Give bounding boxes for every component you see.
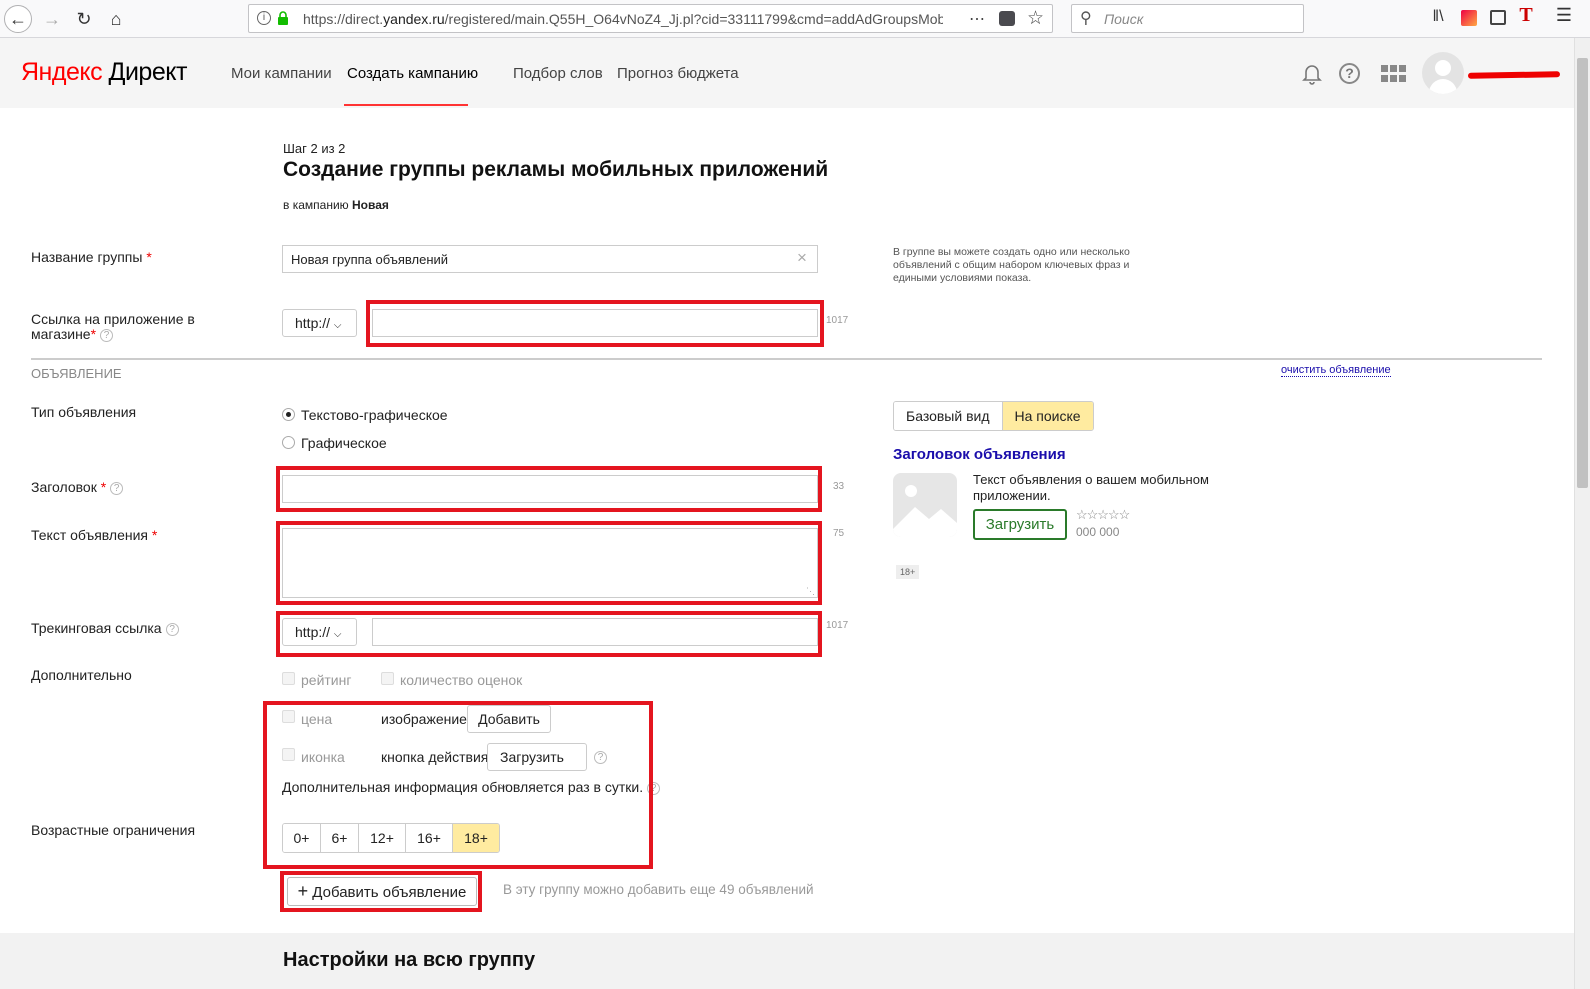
app-link-protocol-select[interactable]: http:// ⌵	[282, 309, 357, 337]
rating-stars-icon: ☆☆☆☆☆	[1076, 507, 1130, 522]
question-icon[interactable]: ?	[165, 623, 179, 636]
translate-t-icon[interactable]: T	[1516, 4, 1536, 27]
url-text: https://direct.yandex.ru/registered/main…	[303, 11, 943, 27]
preview-headline: Заголовок объявления	[893, 446, 1066, 463]
browser-toolbar: ← → ↻ ⌂ i https://direct.yandex.ru/regis…	[0, 0, 1590, 38]
section-divider	[31, 358, 1542, 360]
more-dots-icon[interactable]: ⋯	[969, 9, 985, 29]
redacted-username	[1467, 71, 1561, 79]
clear-ad-link[interactable]: очистить объявление	[1281, 364, 1391, 377]
browser-search-bar[interactable]: ⚲ Поиск	[1071, 4, 1304, 33]
ratings-count-label: количество оценок	[400, 672, 523, 688]
question-icon[interactable]: ?	[110, 482, 124, 495]
ad-text-label: Текст объявления *	[31, 527, 158, 543]
extra-label: Дополнительно	[31, 667, 132, 683]
pocket-icon[interactable]	[999, 11, 1015, 26]
preview-text: Текст объявления о вашем мобильном прило…	[973, 472, 1209, 503]
home-icon[interactable]: ⌂	[102, 5, 130, 33]
app-icon-placeholder	[893, 473, 957, 537]
nav-word-selection[interactable]: Подбор слов	[513, 65, 603, 82]
tracking-label: Трекинговая ссылка?	[31, 620, 179, 636]
ad-text-counter: 75	[833, 528, 845, 539]
radio-graphic[interactable]	[282, 436, 295, 449]
help-icon[interactable]: ?	[1339, 63, 1360, 84]
extension-icon[interactable]	[1461, 10, 1477, 26]
url-bar[interactable]: i https://direct.yandex.ru/registered/ma…	[248, 4, 1053, 33]
highlight-box-tracking	[276, 611, 822, 657]
preview-install-button[interactable]: Загрузить	[973, 509, 1067, 540]
highlight-box-add-ad	[280, 871, 482, 912]
group-name-label: Название группы *	[31, 249, 152, 265]
ad-section-title: ОБЪЯВЛЕНИЕ	[31, 366, 122, 381]
yandex-direct-logo[interactable]: Яндекс Директ	[21, 58, 187, 87]
headline-label: Заголовок *?	[31, 479, 124, 495]
search-placeholder: Поиск	[1104, 11, 1144, 27]
chevron-down-icon: ⌵	[333, 320, 342, 331]
active-tab-underline	[344, 104, 468, 106]
campaign-caption: в кампанию Новая	[283, 198, 389, 212]
group-name-value: Новая группа объявлений	[291, 252, 449, 267]
menu-icon[interactable]: ☰	[1554, 5, 1574, 26]
bookmark-star-icon[interactable]: ☆	[1027, 7, 1044, 30]
question-icon[interactable]: ?	[100, 329, 114, 342]
highlight-box-ad-text	[276, 521, 822, 605]
image-placeholder-icon	[893, 485, 957, 537]
group-settings-title: Настройки на всю группу	[283, 949, 536, 971]
add-ad-note: В эту группу можно добавить еще 49 объяв…	[503, 882, 814, 897]
group-settings-section: Настройки на всю группу	[0, 933, 1574, 989]
headline-counter: 33	[833, 481, 845, 492]
ad-type-label: Тип объявления	[31, 404, 137, 420]
tracking-counter: 1017	[826, 620, 849, 631]
ratings-count-checkbox[interactable]	[381, 672, 394, 685]
campaign-name: Новая	[352, 198, 389, 212]
radio-graphic-label[interactable]: Графическое	[301, 435, 387, 451]
preview-tabs: Базовый вид На поиске	[893, 401, 1094, 431]
step-indicator: Шаг 2 из 2	[283, 141, 346, 156]
sidebar-icon[interactable]	[1490, 10, 1506, 25]
radio-text-graphic[interactable]	[282, 408, 295, 421]
avatar[interactable]	[1422, 52, 1464, 94]
back-arrow-icon[interactable]: ←	[4, 5, 32, 33]
app-link-counter: 1017	[826, 315, 849, 326]
preview-age-badge: 18+	[896, 565, 920, 579]
group-hint: В группе вы можете создать одно или неск…	[893, 246, 1130, 284]
tab-basic-view[interactable]: Базовый вид	[894, 402, 1003, 430]
nav-create-campaign[interactable]: Создать кампанию	[347, 65, 478, 82]
reload-icon[interactable]: ↻	[70, 5, 98, 33]
group-name-input[interactable]: Новая группа объявлений ×	[282, 245, 818, 273]
nav-budget-forecast[interactable]: Прогноз бюджета	[617, 65, 739, 82]
forward-arrow-icon[interactable]: →	[38, 5, 66, 33]
rating-label: рейтинг	[301, 672, 352, 688]
highlight-box-headline	[276, 466, 822, 512]
services-grid-icon[interactable]	[1381, 65, 1407, 86]
info-icon[interactable]: i	[257, 11, 271, 25]
bell-icon[interactable]	[1302, 63, 1322, 88]
clear-x-icon[interactable]: ×	[797, 248, 807, 268]
highlight-box-extras	[263, 701, 653, 869]
radio-text-graphic-label[interactable]: Текстово-графическое	[301, 407, 448, 423]
scrollbar[interactable]	[1574, 38, 1590, 989]
age-label: Возрастные ограничения	[31, 822, 196, 838]
highlight-box-app-link	[366, 300, 824, 347]
app-header: Яндекс Директ Мои кампании Создать кампа…	[0, 38, 1574, 108]
library-icon[interactable]: ‖\	[1428, 8, 1448, 26]
preview-downloads: 000 000	[1076, 525, 1120, 539]
tab-on-search[interactable]: На поиске	[1002, 402, 1093, 430]
scrollbar-thumb[interactable]	[1577, 58, 1588, 488]
rating-checkbox[interactable]	[282, 672, 295, 685]
app-link-label: Ссылка на приложение в магазине*?	[31, 311, 195, 342]
page-title: Создание группы рекламы мобильных прилож…	[283, 158, 829, 181]
lock-icon	[277, 11, 289, 25]
nav-my-campaigns[interactable]: Мои кампании	[231, 65, 332, 82]
search-icon: ⚲	[1080, 10, 1092, 27]
